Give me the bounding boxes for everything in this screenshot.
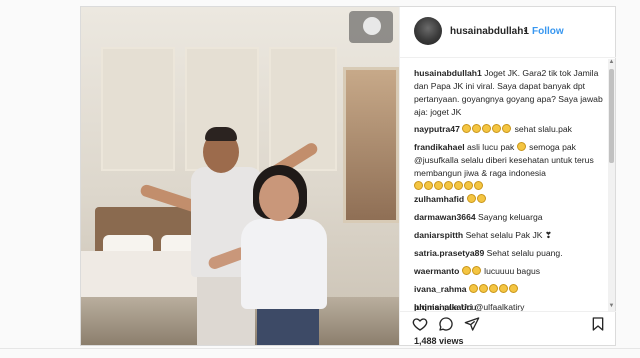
caption: husainabdullah1 Joget JK. Gara2 tik tok … [414, 67, 604, 119]
comment-text: @ulfaalkatiry [472, 302, 525, 311]
comment-username[interactable]: luqmanalkatiri [414, 302, 472, 311]
comment-text: Sehat selalu Pak JK ❣ [463, 230, 553, 240]
comment-item: ivana_rahma [414, 283, 604, 296]
scroll-up-arrow-icon[interactable]: ▲ [608, 59, 615, 65]
comment-icon[interactable] [438, 316, 454, 332]
scrollbar-thumb[interactable] [609, 69, 614, 163]
comment-item: nayputra47 sehat slalu.pak [414, 123, 604, 136]
dancer-girl-legs [257, 303, 319, 345]
comment-text: asli lucu pak [464, 142, 515, 152]
comment-username[interactable]: darmawan3664 [414, 212, 476, 222]
comment-text: lucuuuu bagus [481, 266, 541, 276]
emoji [516, 142, 526, 151]
header-separator: • [524, 26, 528, 37]
comment-item-partial: luqmanalkatiri @ulfaalkatiry [414, 301, 604, 311]
comment-text: Sehat selalu puang. [484, 248, 563, 258]
heart-icon[interactable] [412, 316, 428, 332]
post-actions: 1,488 views [400, 311, 616, 346]
emoji-group [461, 266, 482, 276]
dancer-girl-head [259, 175, 299, 221]
play-button-icon[interactable] [349, 11, 393, 43]
comment-item: daniarspitth Sehat selalu Pak JK ❣ [414, 229, 604, 242]
comment-item: zulhamhafid [414, 193, 604, 206]
instagram-post: husainabdullah1 • Follow husainabdullah1… [80, 6, 616, 346]
comment-username[interactable]: satria.prasetya89 [414, 248, 484, 258]
comment-username[interactable]: ivana_rahma [414, 284, 467, 294]
dancer-girl [241, 219, 327, 309]
post-video[interactable] [81, 7, 399, 345]
emoji-group [468, 284, 519, 294]
comment-item: darmawan3664 Sayang keluarga [414, 211, 604, 224]
comment-text: Sayang keluarga [475, 212, 543, 222]
mirror [343, 67, 399, 223]
views-count: 1,488 views [414, 336, 464, 346]
share-icon[interactable] [464, 316, 480, 332]
emoji-group [466, 194, 487, 204]
comments-list: husainabdullah1 Joget JK. Gara2 tik tok … [400, 63, 608, 311]
comment-username[interactable]: zulhamhafid [414, 194, 464, 204]
comment-item: frandikahael asli lucu pak semoga pak @j… [414, 141, 604, 193]
post-side-panel: husainabdullah1 • Follow husainabdullah1… [399, 7, 616, 346]
comment-username[interactable]: frandikahael [414, 142, 465, 152]
comment-username[interactable]: nayputra47 [414, 124, 460, 134]
comment-text: sehat slalu.pak [512, 124, 572, 134]
scroll-down-arrow-icon[interactable]: ▼ [608, 303, 615, 309]
avatar[interactable] [414, 17, 442, 45]
bookmark-icon[interactable] [590, 316, 606, 332]
post-header: husainabdullah1 • Follow [400, 7, 616, 58]
header-username[interactable]: husainabdullah1 [450, 26, 529, 37]
caption-username[interactable]: husainabdullah1 [414, 68, 482, 78]
emoji-group [414, 181, 484, 191]
comment-username[interactable]: daniarspitth [414, 230, 463, 240]
follow-button[interactable]: Follow [532, 26, 564, 37]
wall-panel [101, 47, 175, 171]
page-divider [0, 348, 640, 349]
browser-window: husainabdullah1 • Follow husainabdullah1… [0, 0, 640, 358]
comment-item: waermanto lucuuuu bagus [414, 265, 604, 278]
emoji-group [462, 124, 512, 134]
comment-item: satria.prasetya89 Sehat selalu puang. [414, 247, 604, 260]
comment-username[interactable]: waermanto [414, 266, 459, 276]
dancer-man-hair [205, 127, 237, 141]
